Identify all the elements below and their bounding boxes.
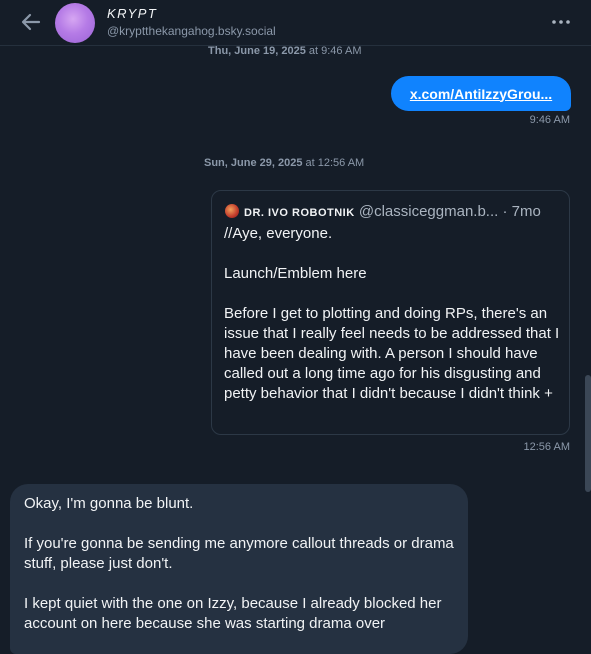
quoted-post-handle: @classiceggman.b...: [358, 203, 499, 220]
user-handle: @kryptthekangahog.bsky.social: [107, 24, 276, 38]
date-separator-time: at 9:46 AM: [308, 45, 362, 57]
conversation-header: KRYPT @kryptthekangahog.bsky.social: [0, 0, 591, 46]
avatar[interactable]: [55, 3, 95, 43]
display-name[interactable]: KRYPT: [107, 6, 157, 21]
message-timestamp: 12:56 AM: [523, 441, 570, 453]
date-separator: Sun, June 29, 2025 at 12:56 AM: [204, 157, 364, 169]
quoted-post-header: DR. IVO ROBOTNIK @classiceggman.b... · 7…: [225, 203, 565, 220]
scrollbar-thumb[interactable]: [585, 375, 591, 492]
arrow-left-icon: [21, 13, 41, 31]
date-separator: Thu, June 19, 2025 at 9:46 AM: [208, 45, 361, 57]
message-link-text[interactable]: x.com/AntiIzzyGrou...: [410, 86, 552, 102]
outgoing-message-link[interactable]: x.com/AntiIzzyGrou...: [391, 76, 571, 111]
back-button[interactable]: [18, 9, 44, 35]
incoming-message: Okay, I'm gonna be blunt. If you're gonn…: [10, 484, 468, 654]
quoted-post-avatar: [225, 204, 239, 218]
quoted-post-card[interactable]: DR. IVO ROBOTNIK @classiceggman.b... · 7…: [211, 190, 570, 435]
incoming-message-text: Okay, I'm gonna be blunt. If you're gonn…: [24, 495, 454, 632]
date-separator-day: Thu, June 19, 2025: [208, 45, 306, 57]
date-separator-time: at 12:56 AM: [305, 157, 365, 169]
date-separator-day: Sun, June 29, 2025: [204, 157, 303, 169]
more-options-button[interactable]: [551, 12, 571, 32]
quoted-post-author: DR. IVO ROBOTNIK: [244, 207, 355, 219]
message-timestamp: 9:46 AM: [529, 114, 570, 126]
quoted-post-text: //Aye, everyone. Launch/Emblem here Befo…: [224, 225, 560, 402]
quoted-post-age: · 7mo: [502, 203, 541, 220]
ellipsis-horizontal-icon: [552, 20, 570, 24]
